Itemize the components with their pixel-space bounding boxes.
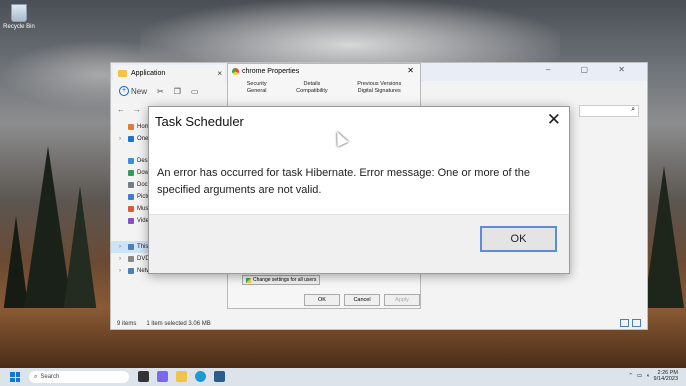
network-icon[interactable]: ▭ [637,373,642,379]
back-icon[interactable]: ← [117,105,125,114]
tab-compatibility[interactable]: Compatibility [296,88,327,95]
search-placeholder: Search [40,374,60,380]
item-count: 9 items [117,321,137,327]
search-icon: ⌕ [34,373,38,380]
cloud-icon [128,136,134,142]
file-explorer-icon[interactable] [176,371,187,382]
music-icon [128,206,134,212]
shield-icon [246,277,251,283]
apply-button[interactable]: Apply [384,294,420,306]
network-icon [128,268,134,274]
tab-digital-signatures[interactable]: Digital Signatures [357,88,401,95]
store-icon[interactable] [214,371,225,382]
tab-details[interactable]: Details [296,81,327,88]
forward-icon[interactable]: → [133,105,141,114]
nav-label: This [137,244,149,250]
clock[interactable]: 2:26 PM 9/14/2023 [654,370,678,382]
close-icon[interactable]: ✕ [407,66,414,75]
change-settings-button[interactable]: Change settings for all users [242,275,320,285]
paste-icon[interactable]: ▭ [191,87,199,96]
chevron-up-icon[interactable]: ⌃ [628,373,633,379]
chrome-icon [232,67,239,75]
recycle-bin-label: Recycle Bin [3,24,35,30]
disc-icon [128,256,134,262]
folder-icon [118,69,127,77]
tab-group: Previous Versions Digital Signatures [357,81,401,99]
taskbar: ⌕ Search ⌃ ▭ ◖ 2:26 PM 9/14/2023 [0,368,686,386]
explorer-tab[interactable]: Application × [113,65,225,81]
volume-icon[interactable]: ◖ [646,373,649,379]
tab-security[interactable]: Security [247,81,267,88]
details-view-icon[interactable] [620,319,629,327]
search-icon: ⌕ [631,106,635,113]
cancel-button[interactable]: Cancel [344,294,380,306]
windows-logo-icon [10,377,15,382]
window-controls[interactable]: – ▢ ✕ [546,65,639,74]
copy-icon[interactable]: ❐ [174,87,181,96]
error-message: An error has occurred for task Hibernate… [157,167,530,196]
new-label: New [131,86,148,96]
plus-icon: + [119,86,129,96]
selection-info: 1 item selected 3.06 MB [146,321,211,327]
properties-title: chrome Properties [242,67,300,75]
dialog-footer: OK [149,214,569,273]
taskbar-apps [138,371,225,382]
new-button[interactable]: + New [119,86,147,96]
windows-logo-icon [10,372,15,377]
close-icon[interactable]: ✕ [547,110,561,130]
download-icon [128,170,134,176]
properties-title-bar: chrome Properties ✕ [228,64,420,78]
start-button[interactable] [10,372,20,382]
tab-previous-versions[interactable]: Previous Versions [357,81,401,88]
tab-group: Details Compatibility [296,81,327,99]
task-scheduler-dialog: Task Scheduler ✕ An error has occurred f… [148,106,570,274]
recycle-bin-shortcut[interactable]: Recycle Bin [2,4,36,30]
picture-icon [128,194,134,200]
explorer-status-bar: 9 items 1 item selected 3.06 MB [117,321,211,327]
computer-icon [128,244,134,250]
system-tray: ⌃ ▭ ◖ 2:26 PM 9/14/2023 [628,370,678,382]
teams-icon[interactable] [157,371,168,382]
cut-icon[interactable]: ✂ [157,87,164,96]
change-settings-label: Change settings for all users [253,277,317,283]
properties-tabs: Security General Details Compatibility Pre… [228,78,420,99]
home-icon [128,124,134,130]
explorer-search-box[interactable]: ⌕ [579,105,639,117]
properties-footer: OK Cancel Apply [304,294,420,306]
ok-button[interactable]: OK [304,294,340,306]
view-toggle[interactable] [620,319,641,327]
explorer-tab-label: Application [131,69,166,77]
video-icon [128,218,134,224]
windows-logo-icon [15,372,20,377]
tab-general[interactable]: General [247,88,267,95]
windows-logo-icon [15,377,20,382]
task-view-icon[interactable] [138,371,149,382]
dialog-title: Task Scheduler [155,114,244,129]
close-tab-icon[interactable]: × [217,69,222,78]
date: 9/14/2023 [653,376,678,382]
ok-button[interactable]: OK [480,226,557,252]
taskbar-search[interactable]: ⌕ Search [29,371,129,383]
document-icon [128,182,134,188]
recycle-bin-icon [11,4,27,22]
tiles-view-icon[interactable] [632,319,641,327]
desktop-icon [128,158,134,164]
tab-group: Security General [247,81,267,99]
edge-icon[interactable] [195,371,206,382]
